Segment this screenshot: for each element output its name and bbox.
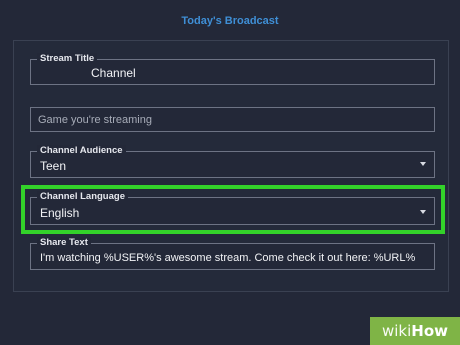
stream-title-label: Stream Title [37, 53, 98, 65]
page-title: Today's Broadcast [181, 15, 279, 27]
share-text-value: I'm watching %USER%'s awesome stream. Co… [40, 252, 416, 264]
chevron-down-icon[interactable] [420, 162, 426, 166]
channel-audience-value: Teen [40, 159, 67, 173]
broadcast-settings-page: Today's Broadcast Stream Title Channel G… [0, 0, 460, 345]
stream-title-field[interactable]: Stream Title Channel [30, 53, 435, 85]
channel-audience-label: Channel Audience [37, 145, 126, 157]
channel-audience-select[interactable]: Channel Audience Teen [30, 145, 435, 178]
game-placeholder: Game you're streaming [38, 114, 152, 126]
watermark-how: How [411, 322, 448, 340]
highlight-box [21, 185, 445, 234]
wikihow-watermark: wiki How [370, 317, 460, 345]
share-text-field[interactable]: Share Text I'm watching %USER%'s awesome… [30, 237, 435, 270]
game-field[interactable]: Game you're streaming [30, 107, 435, 132]
watermark-wiki: wiki [381, 322, 412, 340]
share-text-label: Share Text [37, 237, 91, 249]
stream-title-value: Channel [91, 66, 136, 80]
